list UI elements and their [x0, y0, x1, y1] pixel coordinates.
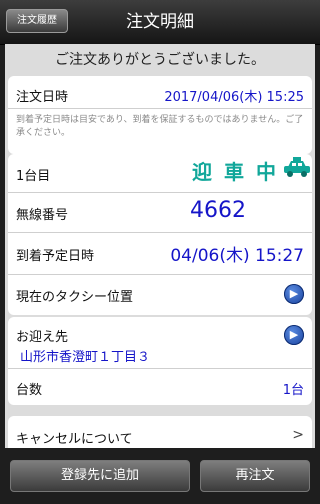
- vehicle-card: 1台目 迎車中 無線番号 4662 到着予定日時 04/06(木) 15:27: [8, 154, 312, 315]
- pickup-label: お迎え先: [16, 330, 69, 345]
- thank-you-message: ご注文ありがとうございました。: [55, 52, 265, 68]
- taxi-location-label: 現在のタクシー位置: [16, 290, 134, 305]
- vehicle-count-value: 1台: [282, 383, 304, 398]
- add-to-favorites-button[interactable]: 登録先に追加: [10, 460, 190, 492]
- divider: [8, 108, 312, 109]
- chevron-right-icon: >: [292, 427, 304, 443]
- header-bar: 注文明細 注文履歴: [0, 0, 320, 45]
- cancel-info-label: キャンセルについて: [16, 432, 133, 447]
- order-datetime-value: 2017/04/06(木) 15:25: [164, 90, 304, 105]
- order-detail-panel: ご注文ありがとうございました。 注文日時 2017/04/06(木) 15:25…: [5, 44, 315, 448]
- radio-number-value: 4662: [190, 198, 246, 223]
- pickup-address: 山形市香澄町１丁目３: [20, 350, 151, 365]
- taxi-location-row[interactable]: 現在のタクシー位置 ▶: [16, 274, 304, 314]
- vehicle-index-label: 1台目: [16, 169, 51, 184]
- vehicle-count-label: 台数: [16, 383, 43, 398]
- eta-disclaimer: 到着予定日時は目安であり、到着を保証するものではありません。ご了承ください。: [16, 115, 304, 138]
- reorder-button[interactable]: 再注文: [200, 460, 310, 492]
- order-datetime-card: 注文日時 2017/04/06(木) 15:25 到着予定日時は目安であり、到着…: [8, 76, 312, 154]
- taxi-icon: [284, 157, 310, 177]
- cancel-info-row[interactable]: キャンセルについて >: [8, 416, 312, 448]
- pickup-card: お迎え先 ▶ 山形市香澄町１丁目３ 台数 1台: [8, 317, 312, 405]
- radio-number-label: 無線番号: [16, 208, 69, 223]
- bottom-toolbar: 登録先に追加 再注文: [0, 448, 320, 504]
- vehicle-status: 迎車中: [192, 160, 288, 184]
- order-datetime-label: 注文日時: [16, 90, 69, 105]
- arrow-right-icon[interactable]: ▶: [284, 325, 304, 345]
- eta-label: 到着予定日時: [16, 249, 95, 264]
- order-history-button[interactable]: 注文履歴: [6, 9, 68, 33]
- arrow-right-icon[interactable]: ▶: [284, 284, 304, 304]
- pickup-row[interactable]: お迎え先 ▶ 山形市香澄町１丁目３: [16, 317, 304, 367]
- eta-value: 04/06(木) 15:27: [170, 246, 304, 266]
